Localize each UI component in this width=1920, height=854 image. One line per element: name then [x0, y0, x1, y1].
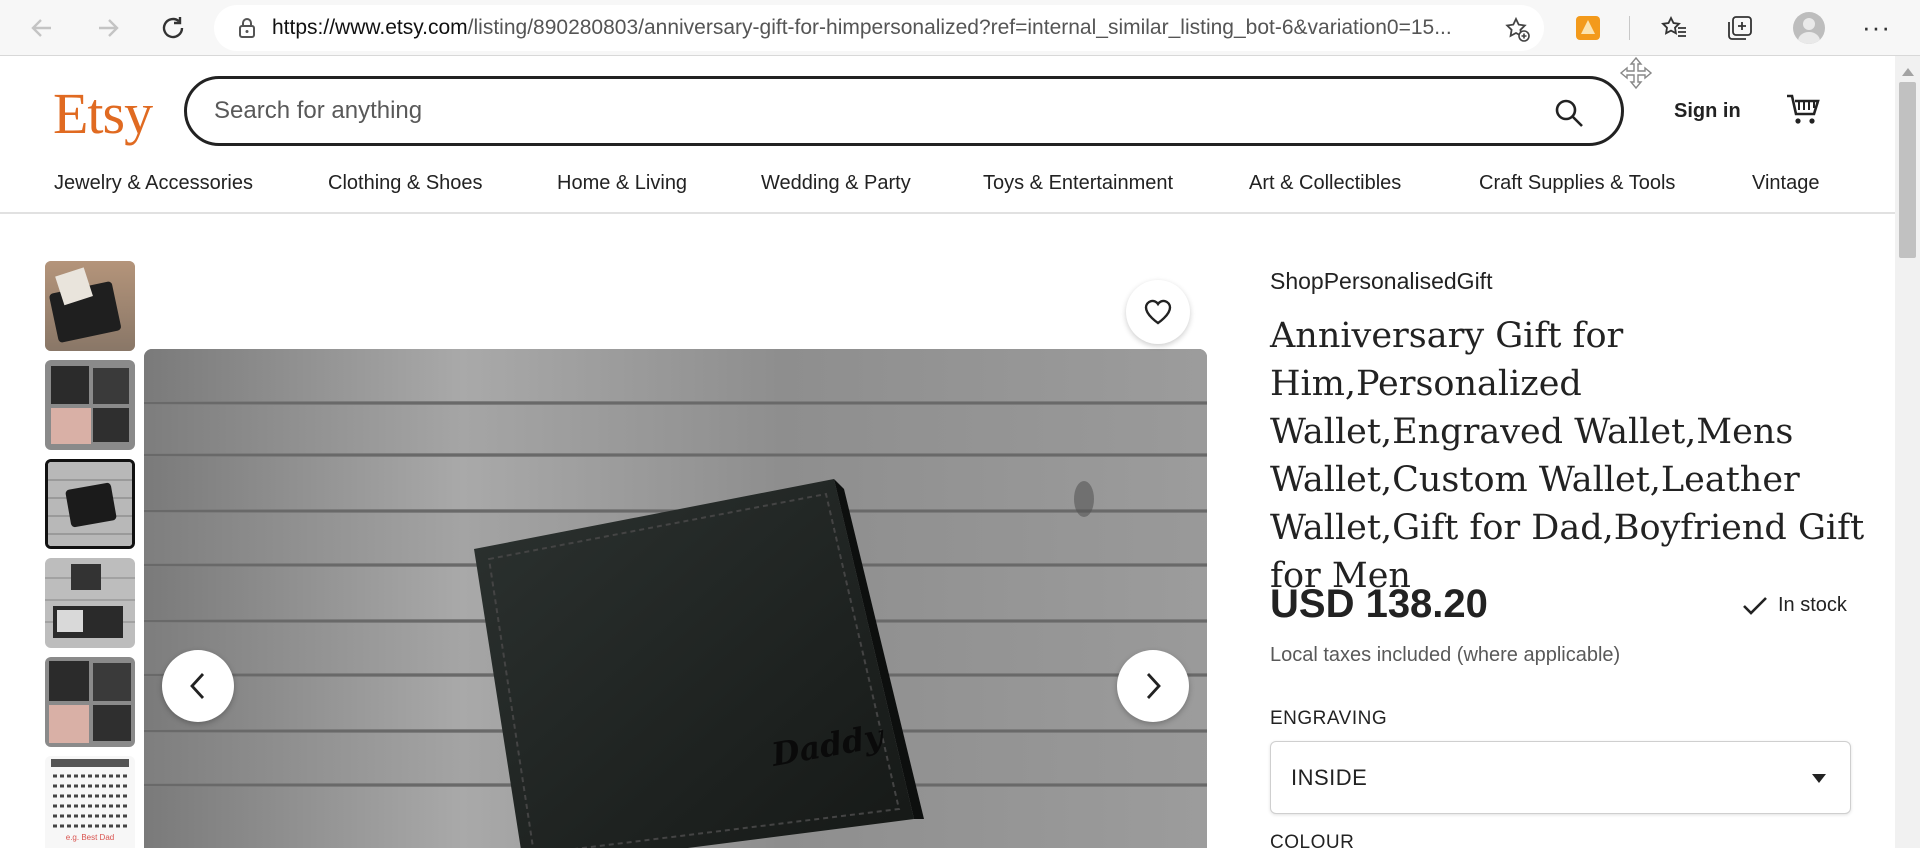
sign-in-link[interactable]: Sign in — [1674, 100, 1741, 123]
forward-icon[interactable] — [90, 10, 126, 46]
next-image-button[interactable] — [1117, 650, 1189, 722]
category-art[interactable]: Art & Collectibles — [1249, 172, 1401, 195]
gallery-thumbnail[interactable] — [45, 657, 135, 747]
category-home[interactable]: Home & Living — [557, 172, 687, 195]
search-input[interactable] — [214, 97, 1514, 125]
category-vintage[interactable]: Vintage — [1752, 172, 1819, 195]
tax-note: Local taxes included (where applicable) — [1270, 644, 1621, 666]
category-craft[interactable]: Craft Supplies & Tools — [1479, 172, 1675, 195]
scroll-thumb[interactable] — [1899, 82, 1916, 258]
favorites-icon[interactable] — [1660, 14, 1688, 42]
thumbnail-caption: e.g. Best Dad — [66, 833, 114, 842]
chevron-right-icon — [1146, 673, 1161, 699]
scroll-up-arrow[interactable] — [1902, 68, 1914, 76]
collections-icon[interactable] — [1726, 14, 1754, 42]
profile-icon[interactable] — [1793, 12, 1825, 44]
engraving-select[interactable]: INSIDE — [1270, 741, 1851, 814]
engraving-label: ENGRAVING — [1270, 708, 1388, 729]
chevron-left-icon — [190, 673, 205, 699]
stock-label: In stock — [1778, 594, 1847, 616]
back-icon[interactable] — [24, 10, 60, 46]
shop-name-link[interactable]: ShopPersonalisedGift — [1270, 268, 1492, 295]
gallery-thumbnail[interactable]: e.g. Best Dad — [45, 756, 135, 848]
caret-down-icon — [1812, 774, 1826, 783]
category-toys[interactable]: Toys & Entertainment — [983, 172, 1173, 195]
search-icon[interactable] — [1553, 97, 1585, 129]
gallery-thumbnail[interactable] — [45, 558, 135, 648]
gallery-thumbnail-active[interactable] — [45, 459, 135, 549]
page-scrollbar[interactable] — [1895, 56, 1920, 848]
category-clothing[interactable]: Clothing & Shoes — [328, 172, 483, 195]
stock-status: In stock — [1742, 594, 1847, 617]
product-title: Anniversary Gift for Him,Personalized Wa… — [1270, 316, 1865, 596]
previous-image-button[interactable] — [162, 650, 234, 722]
search-bar — [184, 76, 1624, 146]
lock-icon[interactable] — [236, 17, 258, 39]
category-nav: Jewelry & Accessories Clothing & Shoes H… — [0, 166, 1895, 214]
toolbar-divider — [1629, 16, 1630, 40]
category-wedding[interactable]: Wedding & Party — [761, 172, 911, 195]
reload-icon[interactable] — [155, 10, 191, 46]
checkmark-icon — [1743, 596, 1767, 615]
browser-toolbar: https://www.etsy.com/listing/890280803/a… — [0, 0, 1920, 56]
category-jewelry[interactable]: Jewelry & Accessories — [54, 172, 253, 195]
cart-icon[interactable] — [1785, 92, 1821, 126]
main-product-image[interactable]: Daddy — [144, 349, 1207, 848]
engraving-selected-value: INSIDE — [1291, 764, 1368, 790]
extension-icon[interactable] — [1574, 14, 1602, 42]
more-icon[interactable]: ··· — [1862, 12, 1891, 43]
gallery-thumbnail[interactable] — [45, 360, 135, 450]
address-bar[interactable]: https://www.etsy.com/listing/890280803/a… — [214, 5, 1544, 51]
url-text[interactable]: https://www.etsy.com/listing/890280803/a… — [272, 16, 1472, 40]
add-favorite-icon[interactable] — [1504, 16, 1530, 42]
product-price: USD 138.20 — [1270, 582, 1488, 626]
colour-label: COLOUR — [1270, 832, 1355, 853]
etsy-logo[interactable]: Etsy — [53, 80, 153, 147]
move-cursor-icon — [1619, 56, 1653, 90]
gallery-thumbnail[interactable] — [45, 261, 135, 351]
favorite-button[interactable] — [1126, 280, 1190, 344]
heart-icon — [1144, 299, 1172, 325]
